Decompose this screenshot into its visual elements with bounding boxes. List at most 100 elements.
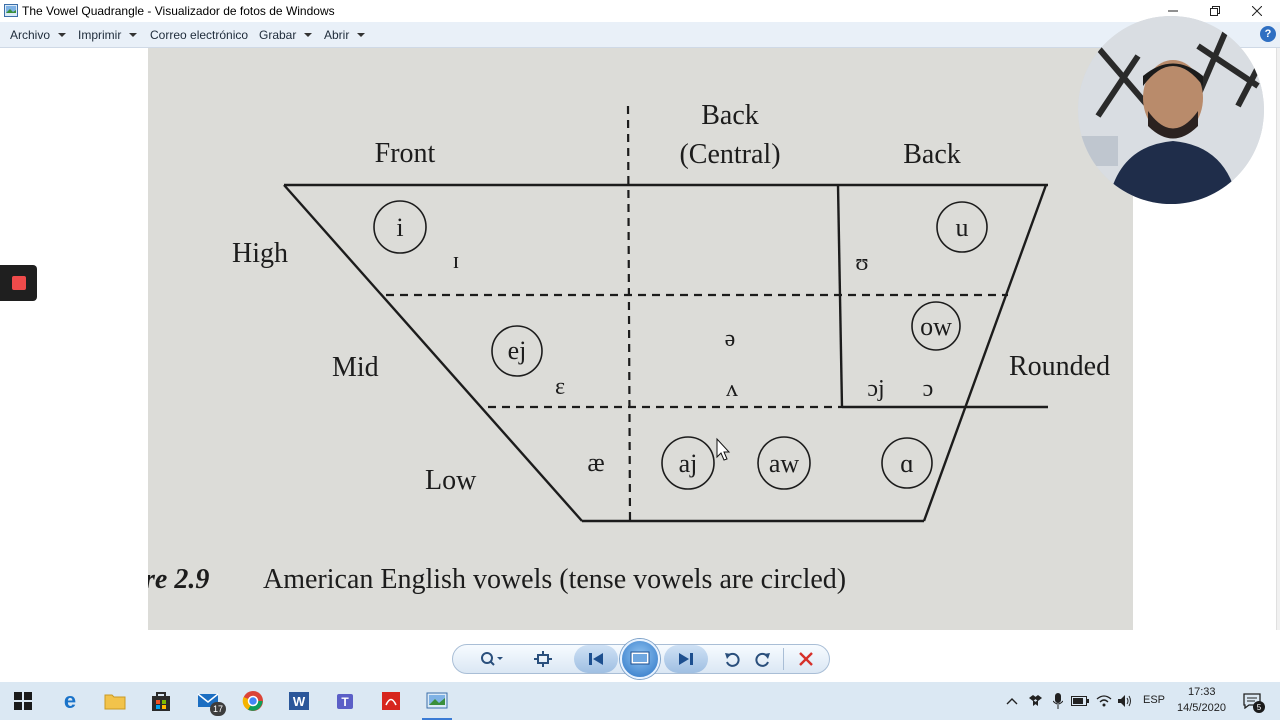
close-icon — [1252, 6, 1262, 16]
taskbar-acrobat[interactable] — [378, 688, 404, 714]
restore-button[interactable] — [1194, 0, 1236, 22]
taskbar-store[interactable] — [148, 688, 174, 714]
taskbar-chrome[interactable] — [240, 688, 266, 714]
word-icon: W — [289, 692, 309, 710]
menu-grabar-label: Grabar — [259, 28, 297, 42]
action-center-button[interactable]: 5 — [1240, 688, 1265, 714]
label-back-central-1: Back — [701, 100, 759, 131]
tray-volume[interactable] — [1115, 688, 1135, 714]
svg-text:e: e — [64, 690, 76, 712]
tray-clock-date[interactable]: 14/5/2020 — [1177, 702, 1226, 714]
microphone-icon — [1053, 693, 1063, 709]
label-back: Back — [903, 139, 961, 170]
menu-correo-label: Correo electrónico — [150, 28, 249, 42]
taskbar-file-explorer[interactable] — [102, 688, 128, 714]
taskbar-word[interactable]: W — [286, 688, 312, 714]
taskbar-edge[interactable]: e — [57, 688, 83, 714]
label-back-central-2: (Central) — [679, 139, 780, 170]
vowel-ih: ɪ — [453, 248, 460, 274]
vowel-aj: aj — [679, 449, 698, 478]
menu-grabar[interactable]: Grabar — [259, 28, 313, 42]
notification-badge: 5 — [1253, 701, 1265, 713]
vowel-wedge: ʌ — [726, 376, 738, 402]
tray-clock-time[interactable]: 17:33 — [1188, 686, 1216, 698]
rotate-right-icon — [755, 652, 770, 667]
rotate-clockwise-button[interactable] — [751, 645, 775, 673]
taskbar: e 17 W T ESP 17:33 14/5/2020 5 — [0, 682, 1280, 720]
wifi-icon — [1096, 695, 1112, 707]
tray-wifi[interactable] — [1094, 688, 1114, 714]
chevron-up-icon — [1006, 698, 1018, 705]
caption-text: American English vowels (tense vowels ar… — [263, 564, 846, 595]
next-button[interactable] — [664, 645, 708, 673]
svg-text:W: W — [293, 694, 306, 709]
menu-imprimir-label: Imprimir — [78, 28, 122, 42]
rotate-left-icon — [725, 652, 740, 667]
caption-figure-number: re 2.9 — [148, 564, 209, 595]
photo-viewer-icon — [426, 692, 448, 709]
actual-size-button[interactable] — [530, 645, 556, 673]
vowel-aw: aw — [769, 449, 800, 478]
menu-correo[interactable]: Correo electrónico — [150, 28, 248, 42]
menu-archivo[interactable]: Archivo — [10, 28, 67, 42]
windows-logo-icon — [14, 692, 32, 710]
vowel-open-o: ɔ — [923, 376, 934, 402]
chevron-down-icon — [357, 33, 366, 37]
taskbar-teams[interactable]: T — [332, 688, 358, 714]
help-icon[interactable]: ? — [1260, 26, 1276, 42]
folder-icon — [104, 694, 126, 710]
start-button[interactable] — [10, 688, 36, 714]
taskbar-photo-viewer[interactable] — [424, 688, 450, 714]
webcam-overlay — [1078, 16, 1264, 204]
teams-icon: T — [337, 694, 353, 709]
tray-microphone[interactable] — [1048, 688, 1068, 714]
tray-battery[interactable] — [1070, 688, 1090, 714]
previous-button[interactable] — [574, 645, 618, 673]
vowel-ej: ej — [508, 336, 527, 365]
acrobat-icon — [382, 692, 400, 710]
tray-dropbox[interactable] — [1026, 688, 1046, 714]
vowel-eh: ɛ — [555, 374, 565, 400]
recording-stop-button[interactable] — [0, 265, 37, 301]
speaker-icon — [1118, 695, 1131, 707]
photo-viewer-app-icon — [4, 4, 18, 17]
zoom-button[interactable] — [476, 645, 508, 673]
zoom-icon — [481, 652, 503, 666]
vowel-uh: ʊ — [855, 250, 868, 276]
tense-vowel-circles — [373, 200, 988, 490]
tray-show-hidden[interactable] — [1003, 688, 1021, 714]
vowel-quadrangle-photo: Front Back (Central) Back High Mid Low R… — [148, 48, 1133, 630]
previous-icon — [589, 653, 603, 665]
tray-language[interactable]: ESP — [1143, 694, 1165, 706]
delete-icon — [799, 652, 813, 666]
scrollbar[interactable] — [1276, 48, 1280, 630]
next-icon — [679, 653, 693, 665]
chevron-down-icon — [58, 33, 67, 37]
vowel-ow: ow — [920, 312, 952, 341]
delete-button[interactable] — [794, 645, 818, 673]
label-mid: Mid — [332, 352, 379, 383]
mouse-cursor-icon — [716, 437, 731, 461]
menu-abrir-label: Abrir — [324, 28, 350, 42]
label-high: High — [232, 238, 288, 269]
minimize-icon — [1168, 10, 1178, 12]
slideshow-icon — [630, 651, 650, 665]
chevron-down-icon — [304, 33, 313, 37]
vowel-ae: æ — [587, 448, 604, 477]
svg-text:T: T — [341, 695, 349, 709]
menu-archivo-label: Archivo — [10, 28, 51, 42]
vowel-a: ɑ — [900, 449, 914, 478]
label-rounded: Rounded — [1009, 351, 1110, 382]
menu-imprimir[interactable]: Imprimir — [78, 28, 138, 42]
title-bar: The Vowel Quadrangle - Visualizador de f… — [0, 0, 1280, 22]
mail-badge: 17 — [210, 702, 226, 716]
taskbar-mail[interactable]: 17 — [196, 688, 226, 716]
chrome-icon — [242, 691, 263, 711]
slideshow-button[interactable] — [620, 639, 660, 679]
stop-icon — [11, 276, 26, 290]
rotate-counterclockwise-button[interactable] — [720, 645, 744, 673]
vowel-i: i — [396, 213, 403, 242]
menu-abrir[interactable]: Abrir — [324, 28, 366, 42]
fit-window-icon — [534, 651, 552, 667]
close-window-button[interactable] — [1236, 0, 1278, 22]
